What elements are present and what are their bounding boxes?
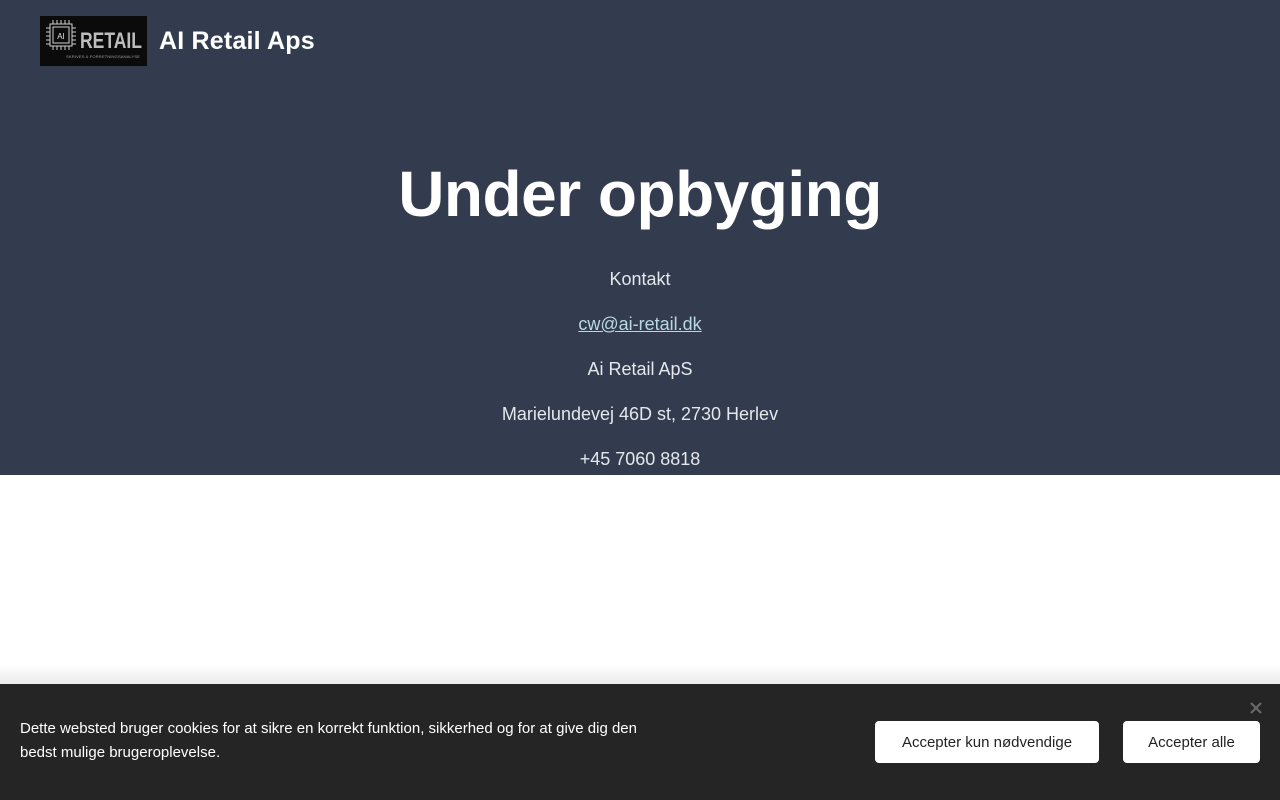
- svg-text:SKRIVES & FORRETNINGSANALYSE: SKRIVES & FORRETNINGSANALYSE: [66, 54, 140, 59]
- page-title: Under opbyging: [398, 158, 882, 230]
- accept-necessary-button[interactable]: Accepter kun nødvendige: [875, 721, 1099, 763]
- email-link[interactable]: cw@ai-retail.dk: [578, 314, 701, 334]
- cookie-text: Dette websted bruger cookies for at sikr…: [20, 720, 637, 761]
- cookie-shadow: [0, 664, 1280, 684]
- cookie-banner: Dette websted bruger cookies for at sikr…: [0, 684, 1280, 800]
- site-title[interactable]: AI Retail Aps: [159, 27, 315, 56]
- phone: +45 7060 8818: [579, 449, 701, 469]
- site-header: AI RETAIL SKRIVES & FORRETNINGSANALYSE A…: [40, 16, 315, 66]
- close-icon[interactable]: [1246, 698, 1266, 718]
- address: Marielundevej 46D st, 2730 Herlev: [501, 404, 779, 424]
- svg-text:AI: AI: [57, 32, 65, 41]
- logo-image: AI RETAIL SKRIVES & FORRETNINGSANALYSE: [40, 16, 147, 66]
- accept-all-button[interactable]: Accepter alle: [1123, 721, 1260, 763]
- company-name: Ai Retail ApS: [587, 359, 693, 379]
- hero-section: AI RETAIL SKRIVES & FORRETNINGSANALYSE A…: [0, 0, 1280, 475]
- contact-info: Kontakt cw@ai-retail.dk Ai Retail ApS Ma…: [0, 267, 1280, 472]
- email-line: cw@ai-retail.dk: [0, 312, 1280, 337]
- site-logo[interactable]: AI RETAIL SKRIVES & FORRETNINGSANALYSE: [40, 16, 147, 66]
- contact-label: Kontakt: [609, 269, 671, 289]
- hero-content: Under opbyging Kontakt cw@ai-retail.dk A…: [0, 152, 1280, 492]
- svg-text:RETAIL: RETAIL: [80, 28, 142, 53]
